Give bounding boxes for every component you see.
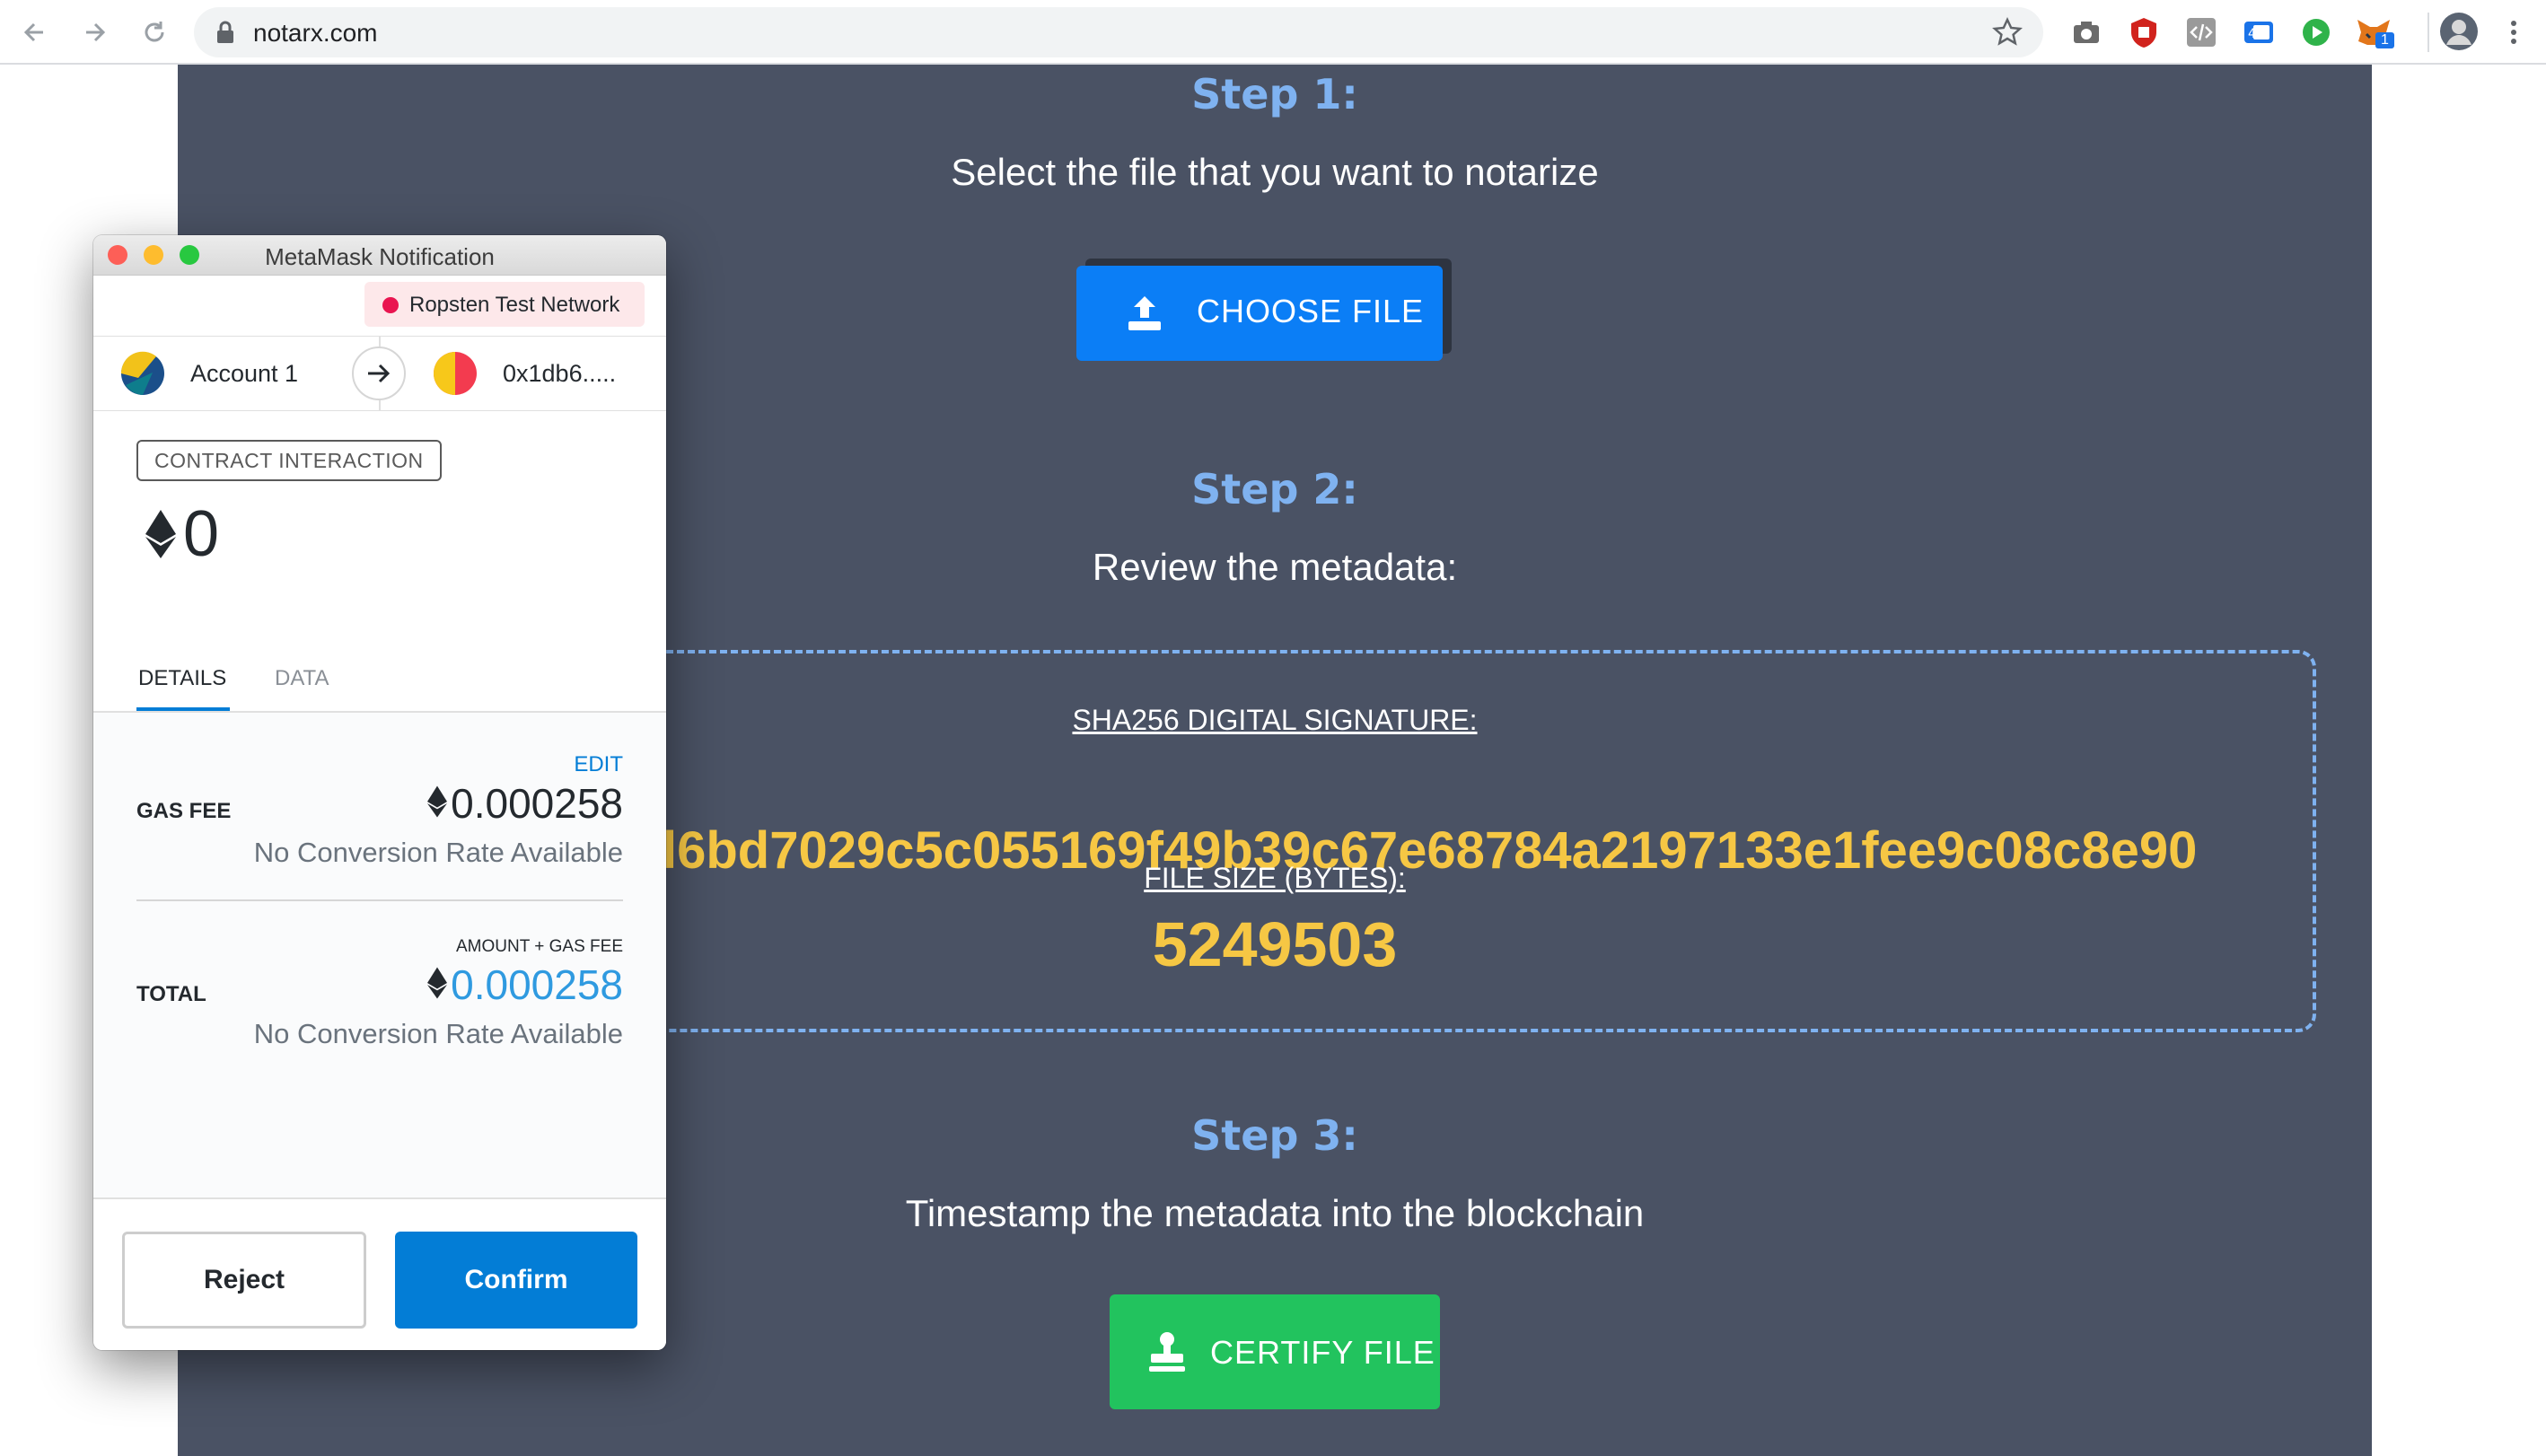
choose-file-button[interactable]: CHOOSE FILE bbox=[1076, 266, 1443, 361]
reject-button[interactable]: Reject bbox=[122, 1232, 366, 1329]
tx-type-badge: CONTRACT INTERACTION bbox=[136, 440, 442, 481]
translate-extension-icon[interactable]: 4 bbox=[2241, 14, 2277, 50]
arrow-right-icon bbox=[352, 346, 406, 400]
from-account-name: Account 1 bbox=[190, 360, 299, 387]
gas-ether-icon bbox=[427, 785, 448, 818]
browser-toolbar: notarx.com 4 1 bbox=[0, 0, 2546, 65]
account-transfer-row: Account 1 0x1db6..... bbox=[93, 336, 666, 411]
tab-details[interactable]: DETAILS bbox=[138, 666, 226, 691]
stamp-icon bbox=[1147, 1330, 1187, 1378]
bookmark-star-icon[interactable] bbox=[1991, 16, 2024, 53]
network-status-dot bbox=[382, 297, 399, 313]
network-name: Ropsten Test Network bbox=[409, 293, 620, 317]
total-caption: AMOUNT + GAS FEE bbox=[456, 937, 623, 956]
forward-icon[interactable] bbox=[75, 13, 115, 52]
step1-title: Step 1: bbox=[1191, 70, 1358, 118]
tab-data[interactable]: DATA bbox=[275, 666, 329, 691]
choose-file-label: CHOOSE FILE bbox=[1197, 293, 1425, 329]
tx-amount: 0 bbox=[183, 498, 220, 570]
certify-file-label: CERTIFY FILE bbox=[1210, 1334, 1435, 1371]
toolbar-divider bbox=[2427, 13, 2429, 52]
url-text: notarx.com bbox=[253, 19, 378, 47]
total-label: TOTAL bbox=[136, 982, 206, 1006]
gas-fee-conversion: No Conversion Rate Available bbox=[253, 837, 623, 868]
metamask-fox-icon[interactable]: 1 bbox=[2354, 14, 2394, 50]
code-extension-icon[interactable] bbox=[2183, 14, 2219, 50]
ether-icon bbox=[145, 510, 176, 563]
details-divider bbox=[136, 899, 623, 901]
window-title: MetaMask Notification bbox=[265, 243, 495, 270]
edit-gas-link[interactable]: EDIT bbox=[574, 752, 623, 777]
profile-avatar[interactable] bbox=[2438, 11, 2480, 52]
lock-icon bbox=[214, 20, 237, 49]
gas-fee-value-row: 0.000258 bbox=[427, 779, 623, 828]
confirm-button[interactable]: Confirm bbox=[395, 1232, 637, 1329]
details-panel: EDIT GAS FEE 0.000258 No Conversion Rate… bbox=[93, 713, 666, 1197]
back-icon[interactable] bbox=[16, 13, 56, 52]
extension-badge: 1 bbox=[2375, 32, 2394, 48]
metamask-window: MetaMask Notification Ropsten Test Netwo… bbox=[93, 235, 666, 1350]
total-value-row: 0.000258 bbox=[427, 960, 623, 1009]
svg-text:4: 4 bbox=[2248, 27, 2256, 41]
action-footer: Reject Confirm bbox=[93, 1197, 666, 1350]
total-ether-icon bbox=[427, 967, 448, 999]
camera-extension-icon[interactable] bbox=[2068, 14, 2104, 50]
network-indicator[interactable]: Ropsten Test Network bbox=[364, 282, 645, 327]
to-address[interactable]: 0x1db6..... bbox=[503, 360, 616, 388]
certify-file-button[interactable]: CERTIFY FILE bbox=[1110, 1294, 1440, 1409]
gas-fee-value: 0.000258 bbox=[451, 780, 623, 827]
ublock-extension-icon[interactable] bbox=[2126, 14, 2162, 50]
from-account-avatar bbox=[120, 351, 165, 400]
window-titlebar: MetaMask Notification bbox=[93, 235, 666, 276]
to-address-avatar bbox=[433, 351, 478, 400]
address-bar[interactable]: notarx.com bbox=[194, 7, 2043, 57]
step1-subtitle: Select the file that you want to notariz… bbox=[951, 151, 1599, 193]
total-value: 0.000258 bbox=[451, 961, 623, 1008]
gas-fee-label: GAS FEE bbox=[136, 799, 232, 823]
total-conversion: No Conversion Rate Available bbox=[253, 1018, 623, 1049]
reload-icon[interactable] bbox=[135, 13, 174, 52]
upload-icon bbox=[1127, 294, 1163, 338]
browser-menu-icon[interactable] bbox=[2496, 14, 2532, 50]
play-extension-icon[interactable] bbox=[2298, 14, 2334, 50]
